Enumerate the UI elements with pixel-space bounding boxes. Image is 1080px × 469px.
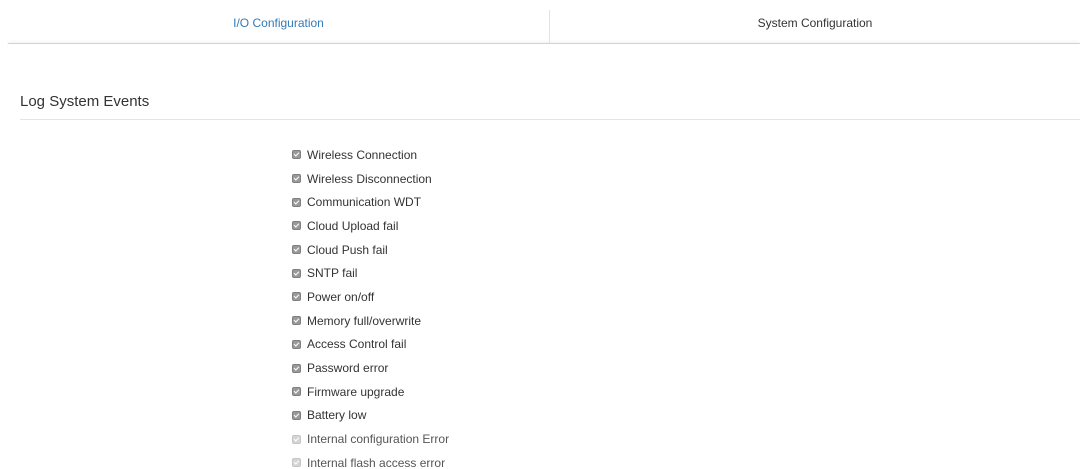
tab-system-configuration[interactable]: System Configuration: [550, 10, 1080, 43]
event-item[interactable]: Battery low: [292, 404, 449, 428]
checkbox-checked-icon[interactable]: [292, 268, 301, 278]
event-label: Battery low: [307, 408, 367, 423]
event-label: Cloud Upload fail: [307, 218, 399, 233]
event-checkbox-list: Wireless Connection Wireless Disconnecti…: [292, 143, 449, 469]
event-item[interactable]: Communication WDT: [292, 190, 449, 214]
event-item[interactable]: Memory full/overwrite: [292, 309, 449, 333]
event-label: Internal configuration Error: [307, 432, 450, 447]
section-title: Log System Events: [20, 93, 150, 110]
checkbox-checked-icon[interactable]: [292, 339, 301, 349]
event-item[interactable]: SNTP fail: [292, 261, 449, 285]
tab-io-configuration[interactable]: I/O Configuration: [8, 10, 550, 43]
event-item[interactable]: Cloud Upload fail: [292, 214, 449, 238]
event-label: Wireless Disconnection: [307, 171, 432, 186]
event-item[interactable]: Cloud Push fail: [292, 238, 449, 262]
event-label: Memory full/overwrite: [307, 313, 422, 328]
event-label: SNTP fail: [307, 266, 358, 281]
event-label: Wireless Connection: [307, 147, 418, 162]
checkbox-checked-icon[interactable]: [292, 363, 301, 373]
tab-bar: I/O Configuration System Configuration: [8, 10, 1080, 44]
event-label: Power on/off: [307, 289, 375, 304]
event-label: Communication WDT: [307, 195, 422, 210]
event-item-disabled: Internal flash access error: [292, 451, 449, 469]
checkbox-checked-icon[interactable]: [292, 150, 301, 160]
checkbox-checked-icon[interactable]: [292, 174, 301, 184]
event-label: Access Control fail: [307, 337, 407, 352]
checkbox-checked-icon[interactable]: [292, 292, 301, 302]
checkbox-checked-icon[interactable]: [292, 221, 301, 231]
section-divider: [20, 119, 1080, 120]
event-label: Internal flash access error: [307, 455, 446, 469]
event-item[interactable]: Firmware upgrade: [292, 380, 449, 404]
event-label: Firmware upgrade: [307, 384, 405, 399]
event-item[interactable]: Access Control fail: [292, 333, 449, 357]
checkbox-disabled-icon: [292, 458, 301, 468]
event-label: Cloud Push fail: [307, 242, 388, 257]
checkbox-checked-icon[interactable]: [292, 387, 301, 397]
checkbox-checked-icon[interactable]: [292, 410, 301, 420]
event-item[interactable]: Power on/off: [292, 285, 449, 309]
event-label: Password error: [307, 361, 389, 376]
event-item-disabled: Internal configuration Error: [292, 427, 449, 451]
checkbox-disabled-icon: [292, 434, 301, 444]
page: I/O Configuration System Configuration L…: [0, 0, 1080, 469]
event-item[interactable]: Wireless Disconnection: [292, 167, 449, 191]
event-item[interactable]: Password error: [292, 356, 449, 380]
checkbox-checked-icon[interactable]: [292, 245, 301, 255]
checkbox-checked-icon[interactable]: [292, 316, 301, 326]
checkbox-checked-icon[interactable]: [292, 197, 301, 207]
event-item[interactable]: Wireless Connection: [292, 143, 449, 167]
